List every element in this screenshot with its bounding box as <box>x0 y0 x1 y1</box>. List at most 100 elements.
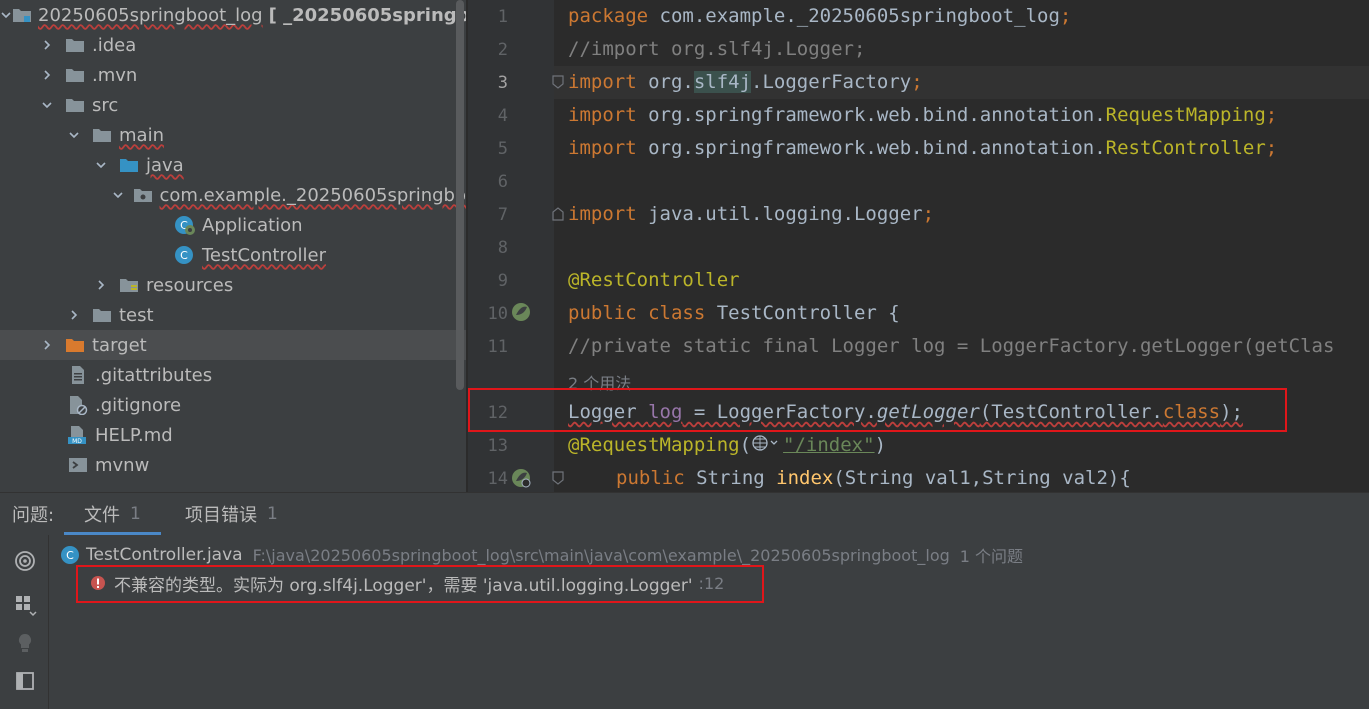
chevron-right-icon[interactable] <box>94 278 108 292</box>
tree-item-label: resources <box>146 274 234 296</box>
markdown-file-icon: MD <box>67 426 89 445</box>
tree-item-main[interactable]: main <box>0 120 466 150</box>
excluded-folder-icon <box>64 336 86 354</box>
code-line-14: public String index(String val1,String v… <box>616 467 1131 489</box>
resources-folder-icon <box>118 276 140 294</box>
tree-item-label: .mvn <box>92 64 138 86</box>
problems-toolbar <box>0 535 49 709</box>
group-by-icon[interactable] <box>13 593 37 617</box>
line-number: 11 <box>487 337 508 357</box>
code-editor[interactable]: 1 2 3 4 5 6 7 8 9 10 11 12 13 14 package… <box>468 0 1369 492</box>
spring-bean-icon[interactable] <box>510 301 532 323</box>
code-token: @RequestMapping <box>568 434 740 456</box>
tree-item-mvnw[interactable]: mvnw <box>0 450 466 480</box>
tab-file[interactable]: 文件 1 <box>64 493 161 535</box>
code-line-2: //import org.slf4j.Logger; <box>568 38 866 60</box>
folder-icon <box>64 36 86 54</box>
fold-marker-icon[interactable] <box>552 471 564 485</box>
svg-text:C: C <box>180 249 188 262</box>
tree-item-target[interactable]: target <box>0 330 466 360</box>
chevron-right-icon[interactable] <box>67 308 81 322</box>
problem-file-path: F:\java\20250605springboot_log\src\main\… <box>252 545 950 565</box>
code-token: RestController <box>1105 137 1266 159</box>
line-number: 1 <box>497 7 508 27</box>
code-token: RequestMapping <box>1105 104 1266 126</box>
tree-item-idea[interactable]: .idea <box>0 30 466 60</box>
source-folder-icon <box>118 156 140 174</box>
tree-item-label: HELP.md <box>95 424 173 446</box>
ignore-file-icon <box>67 396 89 415</box>
chevron-down-icon[interactable] <box>111 188 124 202</box>
tab-count: 1 <box>267 504 278 524</box>
tree-item-label: java <box>146 154 184 176</box>
code-token: slf4j <box>693 71 752 93</box>
tree-item-label: target <box>92 334 147 356</box>
chevron-right-icon[interactable] <box>40 68 54 82</box>
fold-marker-icon[interactable] <box>552 207 564 221</box>
problems-panel: 问题: 文件 1 项目错误 1 C TestController.java F:… <box>0 492 1369 709</box>
chevron-right-icon[interactable] <box>40 38 54 52</box>
code-line-10: public class TestController { <box>568 302 900 324</box>
tree-item-testcontroller[interactable]: C TestController <box>0 240 466 270</box>
tree-item-test[interactable]: test <box>0 300 466 330</box>
preview-panel-icon[interactable] <box>13 669 37 693</box>
tab-project-errors[interactable]: 项目错误 1 <box>185 493 278 535</box>
code-line-5: import org.springframework.web.bind.anno… <box>568 137 1277 159</box>
tree-item-label: .idea <box>92 34 137 56</box>
tree-item-java[interactable]: java <box>0 150 466 180</box>
module-folder-icon <box>12 6 32 24</box>
code-token: org.springframework.web.bind.annotation. <box>636 137 1106 159</box>
code-token: org.springframework.web.bind.annotation. <box>636 104 1106 126</box>
lightbulb-icon[interactable] <box>13 631 37 655</box>
tree-item-resources[interactable]: resources <box>0 270 466 300</box>
code-token: import <box>568 104 637 126</box>
tree-item-src[interactable]: src <box>0 90 466 120</box>
tree-item-mvn[interactable]: .mvn <box>0 60 466 90</box>
chevron-down-icon[interactable] <box>67 128 81 142</box>
text-file-icon <box>67 366 89 384</box>
chevron-right-icon[interactable] <box>40 338 54 352</box>
fold-marker-icon[interactable] <box>552 75 564 89</box>
code-token: String <box>684 467 777 489</box>
line-number: 4 <box>497 106 508 126</box>
code-token: index <box>776 467 834 489</box>
tree-item-package[interactable]: com.example._20250605springbo <box>0 180 466 210</box>
code-token: ; <box>911 71 923 93</box>
line-number: 3 <box>497 73 508 93</box>
problems-tab-bar: 问题: 文件 1 项目错误 1 <box>0 493 1369 535</box>
tree-item-project-root[interactable]: 20250605springboot_log [ _20250605spring… <box>0 0 466 30</box>
chevron-down-icon[interactable] <box>94 158 108 172</box>
svg-text:MD: MD <box>72 438 82 445</box>
chevron-down-icon[interactable] <box>40 98 54 112</box>
tree-scrollbar[interactable] <box>456 0 464 390</box>
folder-icon <box>64 66 86 84</box>
code-token: package <box>568 5 649 27</box>
tree-item-suffix: [ _20250605springbo <box>268 4 466 26</box>
chevron-down-icon[interactable] <box>0 8 12 22</box>
radar-icon[interactable] <box>13 549 37 573</box>
tree-item-gitattributes[interactable]: .gitattributes <box>0 360 466 390</box>
folder-icon <box>64 96 86 114</box>
line-number: 6 <box>497 172 508 192</box>
code-token: public <box>616 467 685 489</box>
spring-request-mapping-icon[interactable] <box>510 467 532 489</box>
tree-item-help-md[interactable]: MD HELP.md <box>0 420 466 450</box>
code-token: ; <box>1265 137 1278 159</box>
tree-item-gitignore[interactable]: .gitignore <box>0 390 466 420</box>
tree-item-label: test <box>119 304 154 326</box>
problem-count: 1 个问题 <box>959 547 1024 566</box>
url-globe-icon[interactable] <box>751 434 783 457</box>
code-line-1: package com.example._20250605springboot_… <box>568 5 1071 27</box>
tree-item-label: Application <box>202 214 303 236</box>
code-token: ) <box>874 434 887 456</box>
code-line-3: import org.slf4j.LoggerFactory; <box>568 71 923 93</box>
folder-icon <box>91 126 113 144</box>
line-number: 10 <box>487 304 508 324</box>
code-token: import <box>568 137 637 159</box>
tree-item-label: main <box>119 124 164 146</box>
code-token: (String val1,String val2){ <box>833 467 1131 489</box>
package-icon <box>133 186 153 204</box>
tab-count: 1 <box>130 504 141 524</box>
project-tree: 20250605springboot_log [ _20250605spring… <box>0 0 466 492</box>
tree-item-application[interactable]: C Application <box>0 210 466 240</box>
